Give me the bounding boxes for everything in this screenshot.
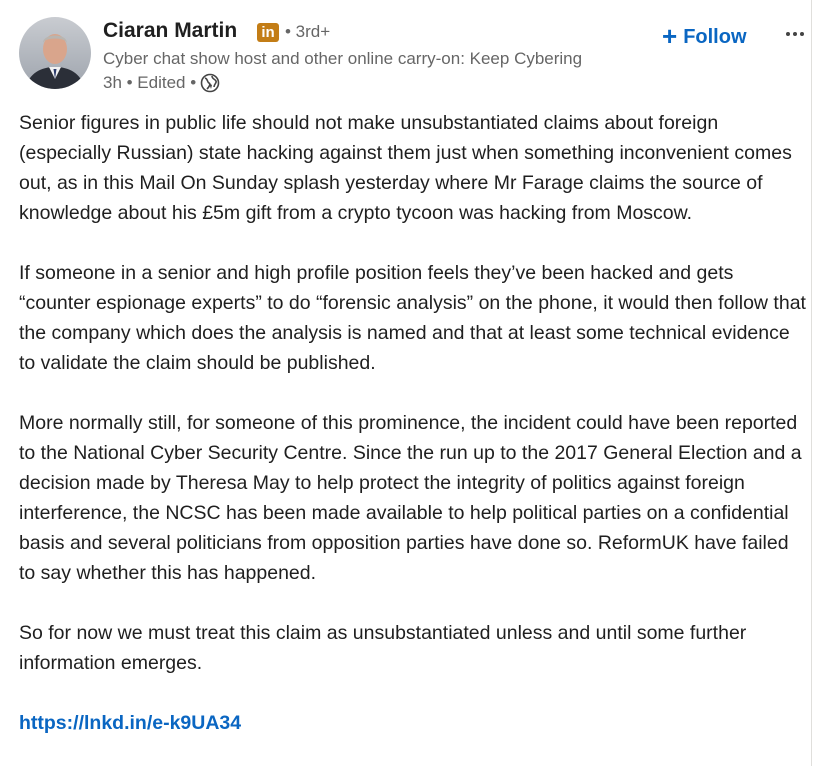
post-paragraph: More normally still, for someone of this… [19,412,802,584]
post-paragraph: So for now we must treat this claim as u… [19,622,747,674]
post-card: Ciaran Martin in • 3rd+ Cyber chat show … [0,0,812,766]
author-avatar[interactable] [19,17,91,89]
author-headline: Cyber chat show host and other online ca… [103,49,583,68]
avatar-photo [19,17,91,89]
ellipsis-icon-dot [786,32,790,36]
post-timestamp: 3h • Edited • [103,73,197,92]
ellipsis-icon-dot [793,32,797,36]
more-options-button[interactable] [780,22,810,46]
post-body: Senior figures in public life should not… [19,108,809,738]
globe-icon [200,73,220,93]
author-name[interactable]: Ciaran Martin [103,19,237,43]
post-paragraph: Senior figures in public life should not… [19,112,792,224]
post-paragraph: If someone in a senior and high profile … [19,262,806,374]
plus-icon: + [662,21,678,51]
follow-label: Follow [683,25,747,48]
post-link[interactable]: https://lnkd.in/e-k9UA34 [19,712,241,734]
connection-degree: • 3rd+ [285,22,331,41]
linkedin-premium-badge: in [257,23,279,42]
ellipsis-icon-dot [800,32,804,36]
follow-button[interactable]: + Follow [662,22,747,52]
post-meta: 3h • Edited • [103,73,220,93]
